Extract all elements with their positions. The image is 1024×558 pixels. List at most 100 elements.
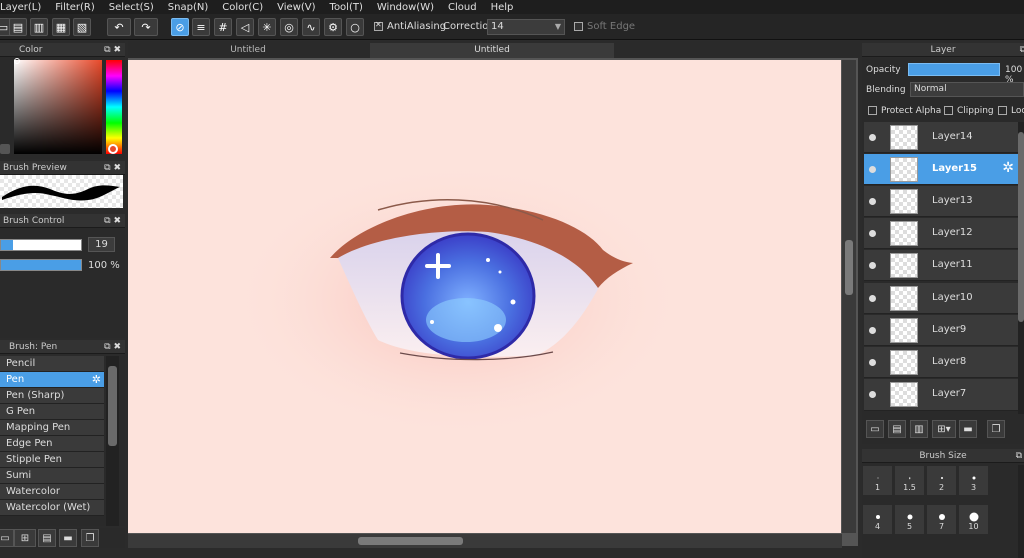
vanishing-point-icon[interactable]: ◁ <box>236 18 254 36</box>
close-icon[interactable]: ✖ <box>113 163 121 173</box>
menu-tool[interactable]: Tool(T) <box>325 2 368 13</box>
clipping-checkbox[interactable] <box>944 106 953 115</box>
close-icon[interactable]: ✖ <box>113 216 121 226</box>
brush-item-edge-pen[interactable]: Edge Pen <box>0 436 104 452</box>
popout-icon[interactable]: ⧉ <box>1020 45 1024 55</box>
lock-checkbox[interactable] <box>998 106 1007 115</box>
brush-item-stipple-pen[interactable]: Stipple Pen <box>0 452 104 468</box>
layer-row-layer15[interactable]: Layer15 ✲ <box>864 154 1018 185</box>
layer-row-layer12[interactable]: Layer12 <box>864 218 1018 249</box>
new-halftone-layer-icon[interactable]: ▤ <box>888 420 906 438</box>
grid-snap-icon[interactable]: # <box>214 18 232 36</box>
soft-edge-checkbox[interactable] <box>574 22 583 31</box>
layer-row-layer8[interactable]: Layer8 <box>864 347 1018 378</box>
menu-snap[interactable]: Snap(N) <box>163 2 213 13</box>
color-saturation-value-field[interactable] <box>14 60 102 154</box>
visibility-icon[interactable] <box>869 327 876 334</box>
brush-item-watercolor-wet[interactable]: Watercolor (Wet) <box>0 500 104 516</box>
redo-icon[interactable]: ↷ <box>134 18 158 36</box>
correction-select[interactable]: 14 ▼ <box>487 19 565 35</box>
grid-layout-icon[interactable]: ▦ <box>52 18 70 36</box>
brush-size-7[interactable]: 7 <box>926 504 957 535</box>
layer-opacity-slider[interactable] <box>908 63 1000 76</box>
visibility-icon[interactable] <box>869 359 876 366</box>
menu-view[interactable]: View(V) <box>272 2 320 13</box>
scrollbar-thumb[interactable] <box>1018 132 1024 322</box>
visibility-icon[interactable] <box>869 166 876 173</box>
menu-layer[interactable]: Layer(L) <box>0 2 46 13</box>
gear-icon[interactable]: ✲ <box>1002 160 1014 176</box>
snap-off-icon[interactable]: ⊘ <box>171 18 189 36</box>
canvas-vertical-scrollbar[interactable] <box>842 60 856 533</box>
layer-row-layer13[interactable]: Layer13 <box>864 186 1018 217</box>
menu-filter[interactable]: Filter(R) <box>50 2 100 13</box>
concentric-snap-icon[interactable]: ◎ <box>280 18 298 36</box>
close-icon[interactable]: ✖ <box>113 45 121 55</box>
undo-icon[interactable]: ↶ <box>107 18 131 36</box>
arrange-icon[interactable]: ▧ <box>73 18 91 36</box>
brush-list-scrollbar[interactable] <box>106 356 119 526</box>
tab-untitled-2[interactable]: Untitled <box>370 43 614 58</box>
brush-size-1-5[interactable]: 1.5 <box>894 465 925 496</box>
document-icon[interactable]: ▥ <box>30 18 48 36</box>
brush-size-2[interactable]: 2 <box>926 465 957 496</box>
antialiasing-checkbox[interactable] <box>374 20 383 31</box>
folder-icon[interactable]: ▬ <box>959 420 977 438</box>
brush-size-5[interactable]: 5 <box>894 504 925 535</box>
blending-select[interactable]: Normal <box>910 82 1024 97</box>
brush-item-pen-sharp[interactable]: Pen (Sharp) <box>0 388 104 404</box>
menu-cloud[interactable]: Cloud <box>443 2 482 13</box>
brush-size-3[interactable]: 3 <box>958 465 989 496</box>
scrollbar-thumb[interactable] <box>845 240 853 295</box>
protect-alpha-checkbox[interactable] <box>868 106 877 115</box>
duplicate-icon[interactable]: ❐ <box>81 529 99 547</box>
brush-item-sumi[interactable]: Sumi <box>0 468 104 484</box>
close-icon[interactable]: ✖ <box>113 342 121 352</box>
menu-select[interactable]: Select(S) <box>104 2 159 13</box>
curve-snap-icon[interactable]: ∿ <box>302 18 320 36</box>
visibility-icon[interactable] <box>869 262 876 269</box>
brush-size-1[interactable]: 1 <box>862 465 893 496</box>
scrollbar-thumb[interactable] <box>108 366 117 446</box>
visibility-icon[interactable] <box>869 198 876 205</box>
circle-snap-icon[interactable]: ○ <box>346 18 364 36</box>
layer-row-layer9[interactable]: Layer9 <box>864 315 1018 346</box>
parallel-snap-icon[interactable]: ≡ <box>192 18 210 36</box>
new-layer-icon[interactable]: ▭ <box>866 420 884 438</box>
brush-size-scrollbar[interactable] <box>1018 465 1024 558</box>
color-cursor[interactable] <box>14 58 20 64</box>
folder-icon[interactable]: ▬ <box>59 529 77 547</box>
scrollbar-thumb[interactable] <box>358 537 463 545</box>
settings-snap-icon[interactable]: ⚙ <box>324 18 342 36</box>
brush-item-pencil[interactable]: Pencil <box>0 356 104 372</box>
layer-row-layer10[interactable]: Layer10 <box>864 283 1018 314</box>
brush-opacity-slider[interactable] <box>0 259 82 271</box>
popout-icon[interactable]: ⧉ <box>1016 451 1022 461</box>
duplicate-icon[interactable]: ❐ <box>987 420 1005 438</box>
brush-item-mapping-pen[interactable]: Mapping Pen <box>0 420 104 436</box>
brush-item-g-pen[interactable]: G Pen <box>0 404 104 420</box>
brush-size-4[interactable]: 4 <box>862 504 893 535</box>
brush-item-watercolor[interactable]: Watercolor <box>0 484 104 500</box>
brush-item-pen[interactable]: Pen ✲ <box>0 372 104 388</box>
brush-size-10[interactable]: 10 <box>958 504 989 535</box>
tab-untitled-1[interactable]: Untitled <box>128 43 368 58</box>
new-8bit-layer-icon[interactable]: ▥ <box>910 420 928 438</box>
layer-row-layer14[interactable]: Layer14 <box>864 122 1018 153</box>
menu-window[interactable]: Window(W) <box>372 2 439 13</box>
gear-icon[interactable]: ✲ <box>92 372 101 387</box>
hue-slider[interactable] <box>106 60 122 154</box>
layer-row-layer7[interactable]: Layer7 <box>864 379 1018 411</box>
visibility-icon[interactable] <box>869 134 876 141</box>
color-toggle-icon[interactable] <box>0 144 10 154</box>
add-brush-icon[interactable]: ⊞ <box>14 529 36 547</box>
visibility-icon[interactable] <box>869 391 876 398</box>
visibility-icon[interactable] <box>869 230 876 237</box>
popout-icon[interactable]: ⧉ <box>104 45 110 55</box>
drawing-canvas[interactable] <box>128 60 841 533</box>
brush-size-slider[interactable] <box>0 239 82 251</box>
brush-size-input[interactable]: 19 <box>88 237 115 252</box>
chat-icon[interactable]: ▤ <box>9 18 27 36</box>
radial-snap-icon[interactable]: ✳ <box>258 18 276 36</box>
new-brush-icon[interactable]: ▭ <box>0 529 14 547</box>
